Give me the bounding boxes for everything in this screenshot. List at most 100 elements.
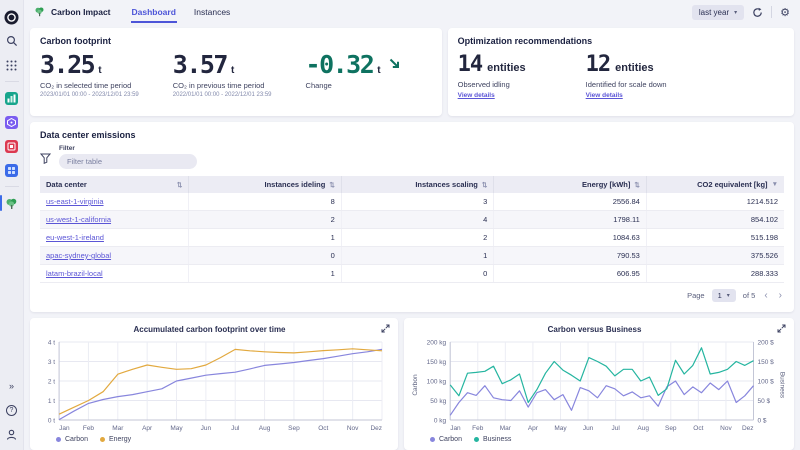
next-page-button[interactable]: › xyxy=(777,290,784,301)
help-icon[interactable]: ? xyxy=(3,401,21,419)
cell-energy: 1084.63 xyxy=(493,228,647,247)
svg-text:Dez: Dez xyxy=(742,425,754,432)
chart-title: Accumulated carbon footprint over time xyxy=(133,325,286,334)
app-header: Carbon Impact Dashboard Instances last y… xyxy=(24,0,800,24)
svg-text:Apr: Apr xyxy=(528,425,539,432)
card-heading: Data center emissions xyxy=(40,130,136,140)
dashboards-app-icon[interactable] xyxy=(3,89,21,107)
cell-energy: 2556.84 xyxy=(493,193,647,211)
column-header-instances-scaling[interactable]: Instances scaling ⇅ xyxy=(341,176,495,193)
app-sidebar: » ? xyxy=(0,0,24,450)
metric-value: -0.32 xyxy=(305,50,375,79)
table-row: us-east-1-virginia 8 3 2556.84 1214.512 xyxy=(40,193,784,211)
services-app-icon[interactable] xyxy=(3,161,21,179)
product-logo-icon[interactable] xyxy=(3,8,21,26)
metric-value: 3.25 xyxy=(40,50,96,79)
metric-previous-period: 3.57 t CO₂ in previous time period 2022/… xyxy=(173,52,272,98)
legend-label: Carbon xyxy=(65,435,88,443)
metric-caption: CO₂ in selected time period xyxy=(40,81,132,90)
trend-down-arrow-icon xyxy=(388,57,401,72)
svg-text:Jul: Jul xyxy=(231,425,240,432)
svg-text:Dez: Dez xyxy=(370,425,382,432)
expand-chart-icon[interactable] xyxy=(777,324,786,335)
time-range-picker[interactable]: last year ▾ xyxy=(691,4,745,20)
legend-item-energy[interactable]: Energy xyxy=(99,436,131,443)
column-header-energy[interactable]: Energy [kWh] ⇅ xyxy=(493,176,647,193)
column-header-data-center[interactable]: Data center ⇅ xyxy=(40,176,190,193)
sort-icon: ⇅ xyxy=(634,181,640,189)
svg-text:Oct: Oct xyxy=(693,425,703,432)
sort-icon: ⇅ xyxy=(481,181,488,189)
opt-unit: entities xyxy=(487,62,526,74)
opt-item-idling: 14 entities Observed idling View details xyxy=(457,52,526,100)
svg-text:Aug: Aug xyxy=(259,425,271,432)
svg-text:4 t: 4 t xyxy=(48,340,55,347)
sidebar-divider xyxy=(4,81,19,82)
cell-co2: 288.333 xyxy=(646,264,784,283)
header-divider xyxy=(771,6,773,18)
refresh-icon[interactable] xyxy=(752,7,763,18)
kubernetes-app-icon[interactable] xyxy=(3,113,21,131)
metric-unit: t xyxy=(377,65,381,76)
cell-scaling: 4 xyxy=(341,210,495,229)
datacenter-link[interactable]: eu-west-1-ireland xyxy=(46,233,104,242)
search-icon[interactable] xyxy=(3,32,21,50)
sidebar-divider xyxy=(4,186,19,187)
table-row: apac-sydney-global 0 1 790.53 375.526 xyxy=(40,246,784,265)
filter-table-input[interactable] xyxy=(59,154,197,169)
svg-text:Apr: Apr xyxy=(142,425,153,432)
cell-scaling: 0 xyxy=(341,264,495,283)
svg-text:Oct: Oct xyxy=(318,425,328,432)
datacenter-link[interactable]: us-west-1-california xyxy=(46,215,111,224)
legend-item-carbon[interactable]: Carbon xyxy=(56,436,88,443)
svg-text:Jan: Jan xyxy=(450,425,461,432)
legend-dot-icon xyxy=(430,436,435,442)
metric-value: 3.57 xyxy=(172,50,229,79)
svg-text:Nov: Nov xyxy=(720,425,732,432)
svg-text:200 $: 200 $ xyxy=(758,340,775,347)
column-header-instances-ideling[interactable]: Instances ideling ⇅ xyxy=(188,176,342,193)
legend-label: Business xyxy=(482,435,512,443)
cell-idling: 2 xyxy=(188,210,342,229)
cell-co2: 515.198 xyxy=(646,228,784,247)
apps-grid-icon[interactable] xyxy=(3,56,21,74)
view-details-link[interactable]: View details xyxy=(586,92,623,99)
opt-caption: Observed idling xyxy=(457,80,510,89)
cell-idling: 8 xyxy=(188,193,342,211)
tab-dashboard[interactable]: Dashboard xyxy=(130,2,177,23)
carbon-impact-app-icon[interactable] xyxy=(0,194,21,212)
cell-scaling: 2 xyxy=(341,228,495,247)
datacenter-link[interactable]: apac-sydney-global xyxy=(46,251,111,260)
pagination: Page 1 ▾ of 5 ‹ › xyxy=(40,289,784,302)
svg-text:50 kg: 50 kg xyxy=(430,398,446,405)
datacenter-link[interactable]: latam-brazil-local xyxy=(46,269,103,278)
legend-item-business[interactable]: Business xyxy=(473,435,512,443)
cell-energy: 1798.11 xyxy=(493,210,647,229)
chart-canvas: 0 t 1 t 2 t 3 t 4 t Jan Feb Mar Apr May Jun Jul Aug S… xyxy=(38,337,390,432)
opt-caption: Identified for scale down xyxy=(585,80,667,89)
card-heading: Optimization recommendations xyxy=(457,36,593,46)
svg-text:Sep: Sep xyxy=(665,425,677,432)
table-row: us-west-1-california 2 4 1798.11 854.102 xyxy=(40,210,784,229)
datacenter-link[interactable]: us-east-1-virginia xyxy=(46,197,104,206)
filter-label: Filter xyxy=(59,145,75,152)
gear-icon[interactable]: ⚙ xyxy=(780,6,790,19)
page-select[interactable]: 1 ▾ xyxy=(711,289,736,302)
legend-item-carbon[interactable]: Carbon xyxy=(430,436,462,443)
prev-page-button[interactable]: ‹ xyxy=(762,290,769,301)
alerts-app-icon[interactable] xyxy=(3,137,21,155)
svg-text:Feb: Feb xyxy=(83,425,95,432)
user-icon[interactable] xyxy=(3,425,21,443)
metric-selected-period: 3.25 t CO₂ in selected time period 2023/… xyxy=(40,52,139,98)
right-axis-label: Business xyxy=(778,371,786,398)
cell-idling: 0 xyxy=(188,246,342,265)
page-number: 1 xyxy=(717,291,722,300)
opt-value: 14 xyxy=(457,52,483,77)
expand-sidebar-icon[interactable]: » xyxy=(3,377,21,395)
expand-chart-icon[interactable] xyxy=(381,324,390,335)
tab-instances[interactable]: Instances xyxy=(193,2,231,23)
column-header-co2-equivalent[interactable]: CO2 equivalent [kg] ▼ xyxy=(646,176,784,193)
view-details-link[interactable]: View details xyxy=(458,92,495,99)
metric-change: -0.32 t Change xyxy=(306,52,401,98)
carbon-impact-icon xyxy=(34,6,45,19)
